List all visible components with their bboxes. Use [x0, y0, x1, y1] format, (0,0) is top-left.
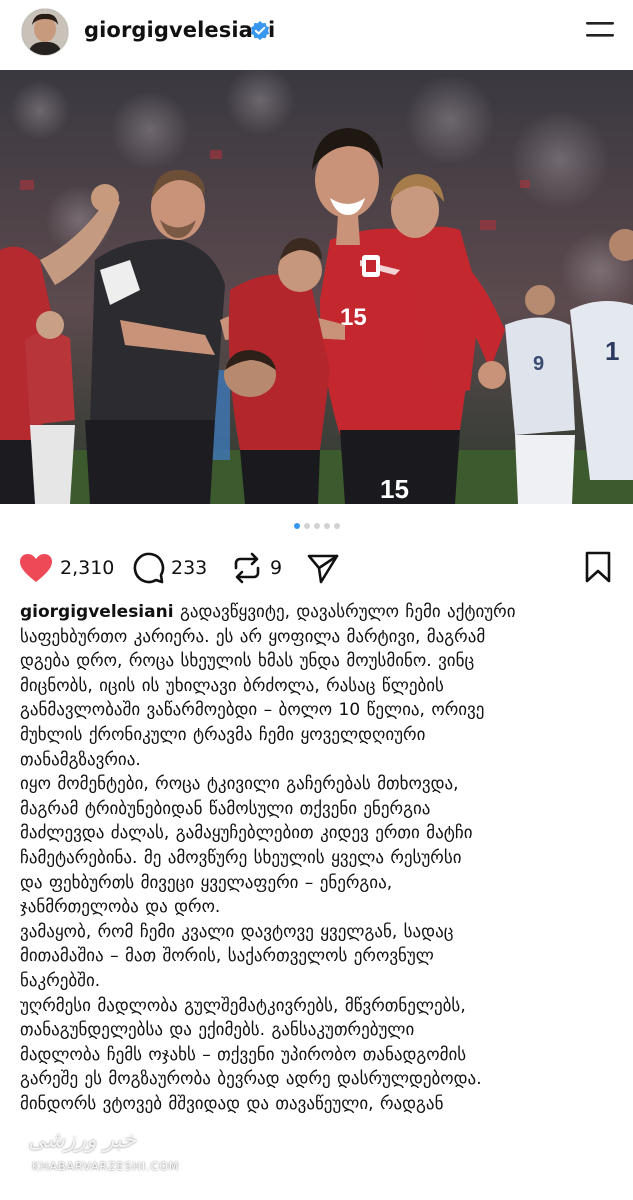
carousel-dot	[323, 523, 330, 529]
caption-line: giorgigvelesiani გადავწყვიტე, დავასრულო …	[20, 600, 620, 625]
svg-text:1: 1	[605, 336, 619, 366]
post-photo[interactable]: 15 15 9 1	[0, 70, 633, 504]
caption-line: განმავლობაში ვაწარმოებდი – ბოლო 10 წელია…	[20, 700, 485, 721]
watermark: خبر ورزشی KHABARVARZESHI.COM	[18, 1128, 218, 1188]
caption-line: მითამაშია – მათ შორის, საქართველოს ეროვნ…	[20, 946, 434, 967]
caption-line: ვამაყობ, რომ ჩემი კვალი დავტოვე ყველგან,…	[20, 921, 454, 942]
post-caption: giorgigvelesiani გადავწყვიტე, დავასრულო …	[20, 600, 620, 1116]
carousel-dot	[313, 523, 320, 529]
comment-button[interactable]: 233	[131, 548, 207, 588]
repost-button[interactable]: 9	[230, 548, 282, 588]
caption-line: საფეხბურთო კარიერა. ეს არ ყოფილა მარტივი…	[20, 626, 486, 647]
caption-line: იყო მომენტები, როცა ტკივილი გაჩერებას მთ…	[20, 774, 459, 795]
share-button[interactable]	[306, 548, 340, 588]
menu-icon[interactable]	[584, 20, 616, 40]
send-icon	[307, 554, 339, 584]
avatar[interactable]	[21, 8, 69, 56]
caption-line: მიცნობს, იცის ის უხილავი ბრძოლა, რასაც წ…	[20, 675, 444, 696]
caption-line: ჯანმრთელობა და დრო.	[20, 897, 221, 918]
caption-line: მაძლევდა ძალას, გამაყუჩებლებით კიდევ ერთ…	[20, 823, 473, 844]
carousel-dot	[293, 523, 300, 529]
caption-line: თანამგზავრია.	[20, 749, 141, 770]
svg-text:15: 15	[380, 474, 409, 504]
repost-icon	[234, 552, 260, 584]
caption-first-line: გადავწყვიტე, დავასრულო ჩემი აქტიური	[179, 602, 516, 622]
caption-line: დგება დრო, როცა სხეულის ხმას უნდა მოუსმი…	[20, 651, 475, 672]
caption-line: მუხლის ქრონიკული ტრავმა ჩემი ყოველდღიური	[20, 724, 426, 745]
watermark-site: KHABARVARZESHI.COM	[32, 1160, 180, 1173]
username[interactable]: giorgigvelesiani	[84, 18, 275, 42]
like-count: 2,310	[60, 557, 115, 579]
watermark-logo: خبر ورزشی	[28, 1128, 137, 1153]
save-button[interactable]	[583, 551, 613, 587]
comment-count: 233	[171, 557, 208, 579]
caption-line: ნაკრებში.	[20, 970, 101, 991]
carousel-dot	[333, 523, 340, 529]
heart-icon	[20, 554, 52, 582]
carousel-dot	[303, 523, 310, 529]
caption-line: გარეშე ეს მოგზაურობა ბევრად ადრე დასრულდ…	[20, 1069, 482, 1090]
svg-text:9: 9	[533, 353, 544, 375]
bookmark-icon	[585, 551, 611, 583]
caption-line: ჩამეტარებინა. მე ამოვწურე სხეულის ყველა …	[20, 847, 462, 868]
caption-line: თანაგუნდელებსა და ექიმებს. განსაკუთრებულ…	[20, 1020, 415, 1041]
comment-icon	[133, 552, 165, 584]
action-bar: 2,310 233 9	[0, 548, 633, 588]
caption-line: უღრმესი მადლობა გულშემატკივრებს, მწვრთნე…	[20, 995, 466, 1016]
like-button[interactable]: 2,310	[18, 548, 114, 588]
carousel-indicator	[0, 521, 633, 531]
caption-line: და ფეხბურთს მივეცი ყველაფერი – ენერგია,	[20, 872, 393, 893]
caption-line: მინდორს ვტოვებ მშვიდად და თავაწეული, რად…	[20, 1093, 444, 1114]
post-header: giorgigvelesiani	[0, 0, 633, 64]
caption-line: მაგრამ ტრიბუნებიდან წამოსული თქვენი ენერ…	[20, 798, 431, 819]
verified-badge-icon	[250, 21, 270, 41]
caption-username[interactable]: giorgigvelesiani	[20, 602, 174, 622]
repost-count: 9	[270, 557, 283, 579]
caption-line: მადლობა ჩემს ოჯახს – თქვენი უპირობო თანა…	[20, 1044, 467, 1065]
